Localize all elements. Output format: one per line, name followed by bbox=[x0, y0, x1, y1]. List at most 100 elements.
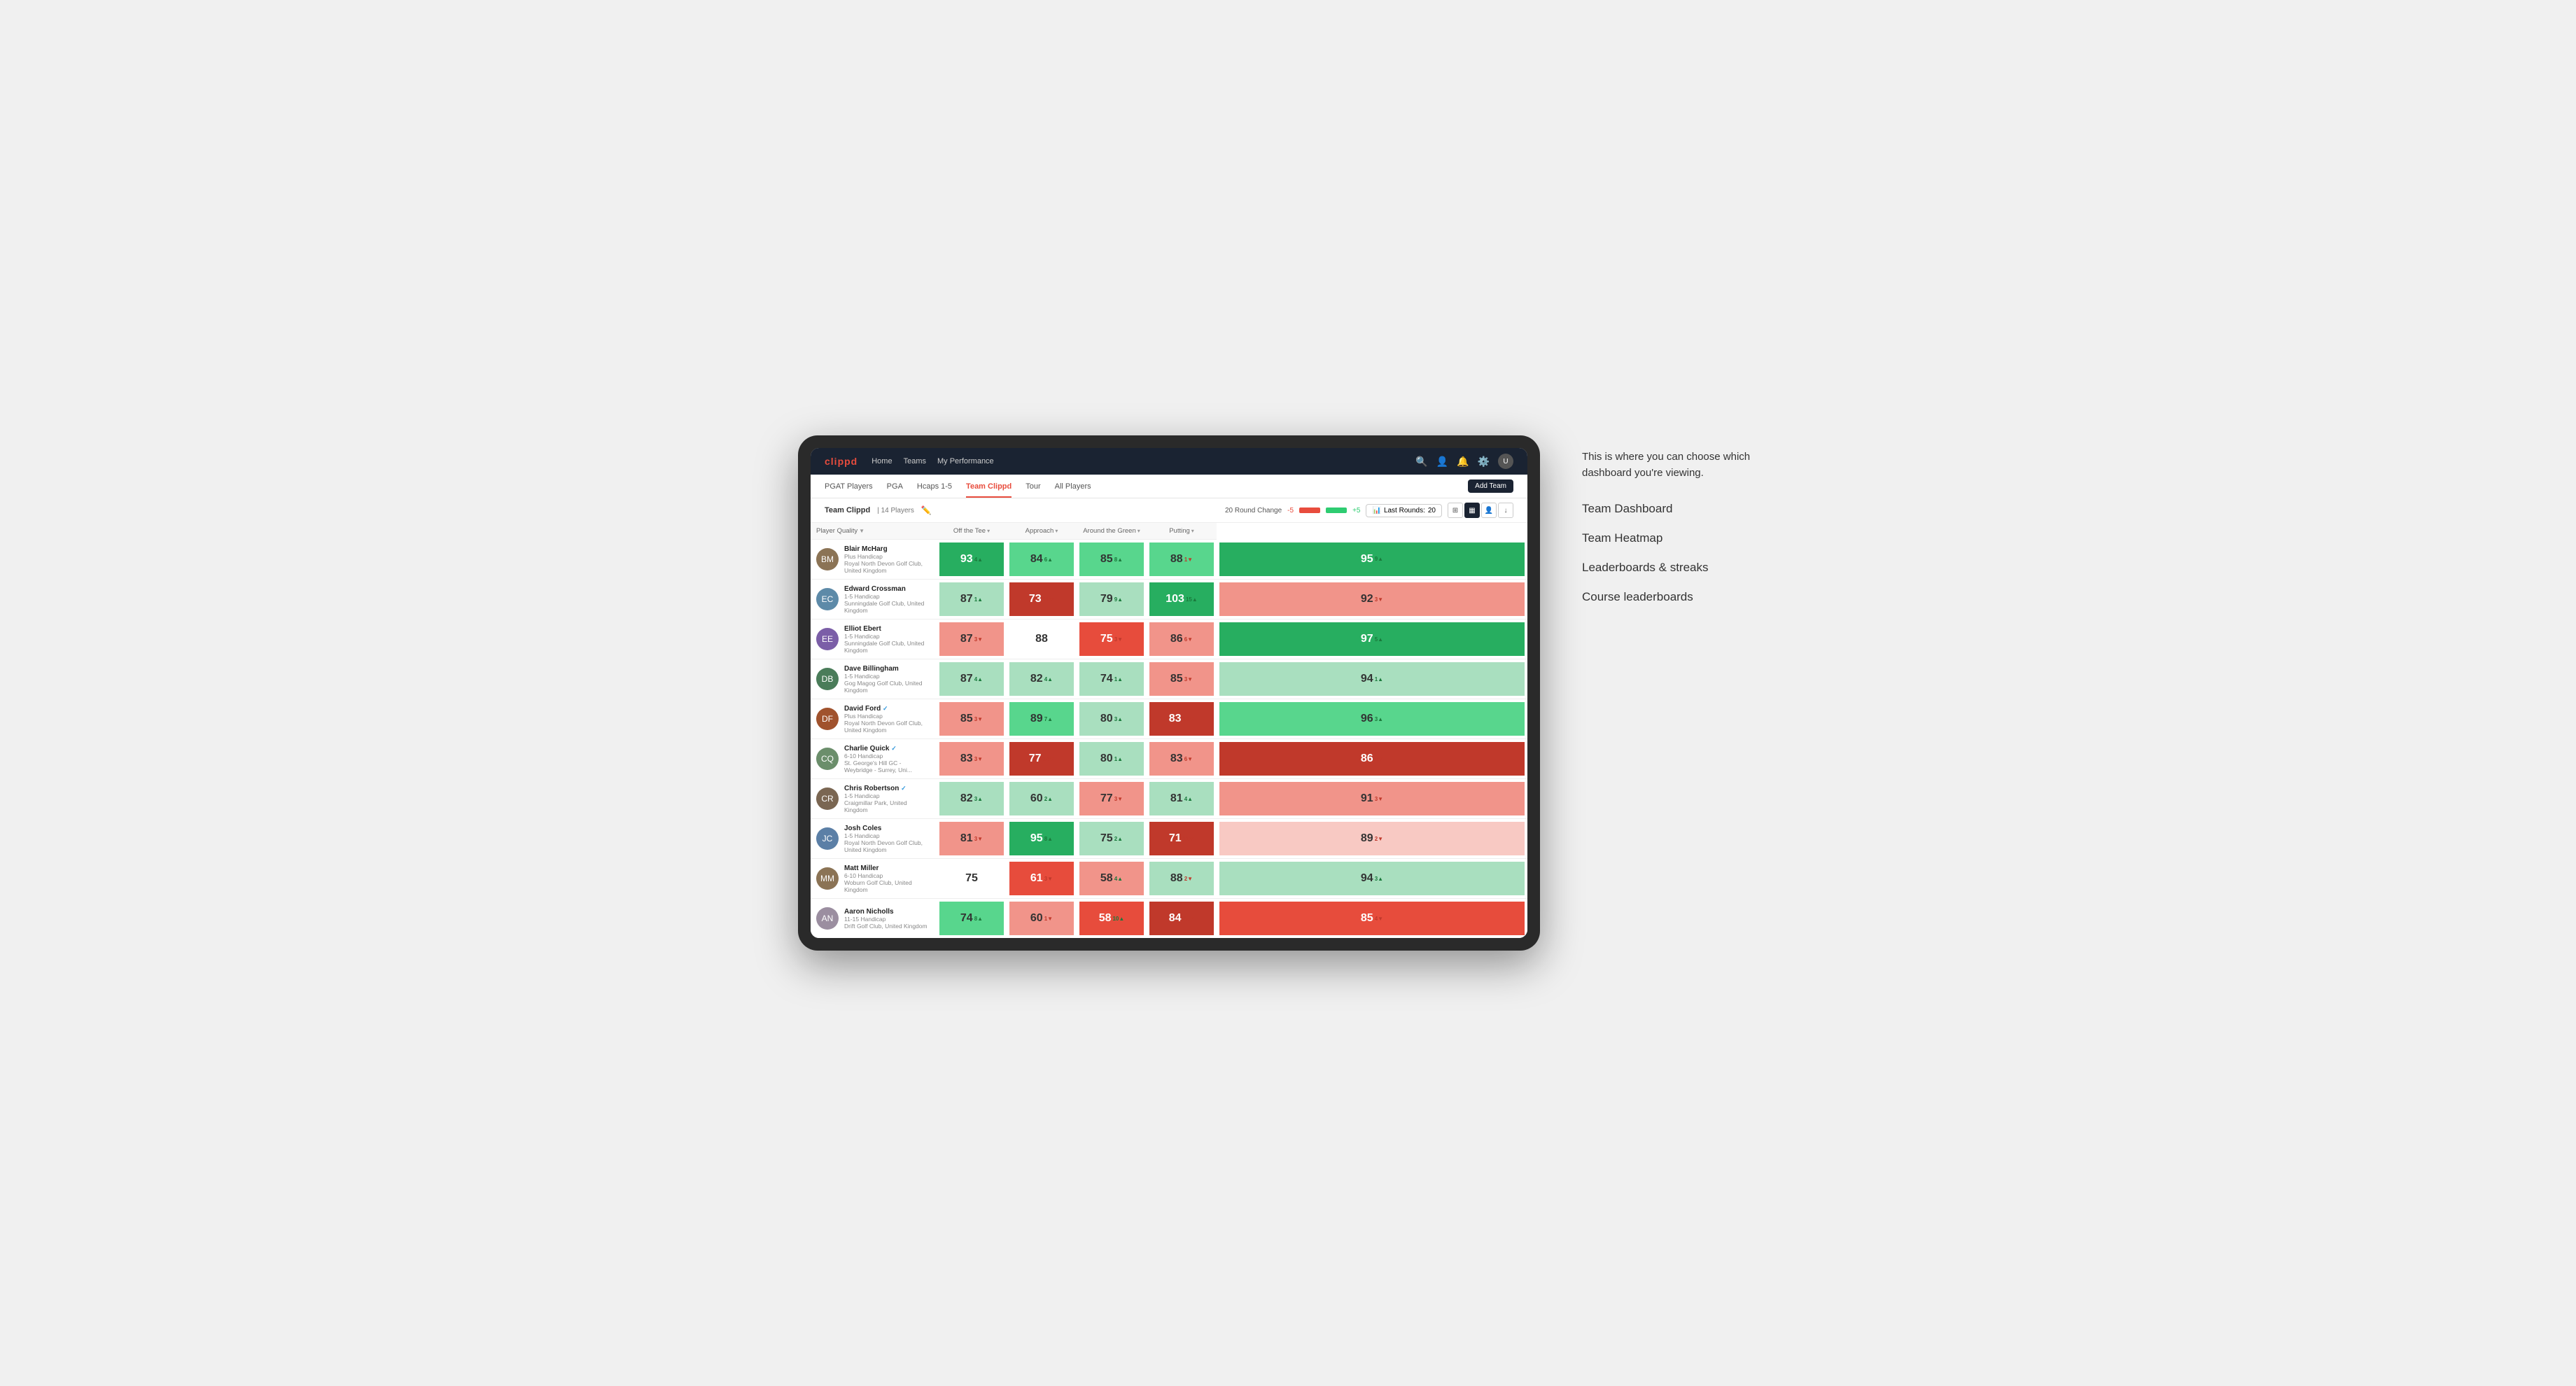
score-value: 75 bbox=[1100, 633, 1113, 645]
col-header-around-green[interactable]: Around the Green▾ bbox=[1077, 523, 1147, 540]
score-value: 93 bbox=[960, 553, 973, 566]
user-avatar[interactable]: U bbox=[1498, 454, 1513, 469]
user-icon[interactable]: 👤 bbox=[1436, 456, 1448, 468]
score-cell: 84 21▼ bbox=[1147, 899, 1217, 939]
score-change: 3▼ bbox=[1114, 796, 1123, 802]
score-change: 4▲ bbox=[1044, 676, 1053, 682]
col-header-putting[interactable]: Putting▾ bbox=[1147, 523, 1217, 540]
player-name[interactable]: Dave Billingham bbox=[844, 665, 931, 673]
table-view-button[interactable]: ▦ bbox=[1464, 503, 1480, 518]
round-change-label: 20 Round Change bbox=[1225, 507, 1282, 514]
edit-icon[interactable]: ✏️ bbox=[921, 505, 932, 515]
player-name[interactable]: Edward Crossman bbox=[844, 585, 931, 593]
score-change: 3▼ bbox=[974, 756, 983, 762]
tab-pgat[interactable]: PGAT Players bbox=[825, 477, 873, 498]
score-cell: 103 15▲ bbox=[1147, 580, 1217, 620]
score-change: 1▲ bbox=[1114, 676, 1123, 682]
score-value: 94 bbox=[1361, 872, 1373, 885]
chart-view-button[interactable]: 👤 bbox=[1481, 503, 1497, 518]
score-box: 82 3▲ bbox=[939, 782, 1004, 816]
player-avatar[interactable]: AN bbox=[816, 907, 839, 930]
score-change: 3▼ bbox=[1044, 876, 1053, 882]
score-cell: 85 8▲ bbox=[1077, 540, 1147, 580]
score-change: 3▲ bbox=[1114, 716, 1123, 722]
option-team-dashboard[interactable]: Team Dashboard bbox=[1582, 502, 1778, 516]
score-box: 75 bbox=[939, 862, 1004, 895]
player-info: Josh Coles 1-5 Handicap Royal North Devo… bbox=[844, 825, 931, 853]
tab-hcaps[interactable]: Hcaps 1-5 bbox=[917, 477, 952, 498]
player-cell: JC Josh Coles 1-5 Handicap Royal North D… bbox=[811, 819, 937, 859]
player-avatar[interactable]: CR bbox=[816, 788, 839, 810]
option-course-leaderboards[interactable]: Course leaderboards bbox=[1582, 590, 1778, 604]
score-box: 94 3▲ bbox=[1219, 862, 1525, 895]
player-info: Blair McHarg Plus Handicap Royal North D… bbox=[844, 545, 931, 574]
score-change: 4▼ bbox=[1375, 916, 1383, 922]
download-button[interactable]: ↓ bbox=[1498, 503, 1513, 518]
score-box: 87 1▲ bbox=[939, 582, 1004, 616]
tab-tour[interactable]: Tour bbox=[1026, 477, 1040, 498]
player-name[interactable]: Aaron Nicholls bbox=[844, 908, 927, 916]
tab-team-clippd[interactable]: Team Clippd bbox=[966, 477, 1011, 498]
last-rounds-button[interactable]: 📊 Last Rounds: 20 bbox=[1366, 504, 1442, 517]
player-name[interactable]: Elliot Ebert bbox=[844, 625, 931, 633]
table-row: JC Josh Coles 1-5 Handicap Royal North D… bbox=[811, 819, 1527, 859]
settings-icon[interactable]: ⚙️ bbox=[1478, 456, 1490, 468]
score-cell: 86 8▼ bbox=[1217, 739, 1527, 779]
score-value: 95 bbox=[1030, 832, 1043, 845]
score-value: 95 bbox=[1361, 553, 1373, 566]
col-header-approach[interactable]: Approach▾ bbox=[1007, 523, 1077, 540]
score-change: 1▲ bbox=[974, 596, 983, 603]
player-avatar[interactable]: DB bbox=[816, 668, 839, 690]
player-info: Chris Robertson ✓ 1-5 Handicap Craigmill… bbox=[844, 785, 931, 813]
secondary-nav: PGAT Players PGA Hcaps 1-5 Team Clippd T… bbox=[811, 475, 1527, 498]
add-team-button[interactable]: Add Team bbox=[1468, 479, 1513, 493]
neg-bar bbox=[1299, 507, 1320, 513]
score-cell: 87 3▼ bbox=[937, 620, 1007, 659]
nav-teams[interactable]: Teams bbox=[904, 454, 926, 468]
score-box: 60 1▼ bbox=[1009, 902, 1074, 935]
score-change: 4▲ bbox=[974, 676, 983, 682]
score-cell: 95 9▲ bbox=[1217, 540, 1527, 580]
score-cell: 87 1▲ bbox=[937, 580, 1007, 620]
player-avatar[interactable]: DF bbox=[816, 708, 839, 730]
col-header-player[interactable]: Player Quality▼ bbox=[811, 523, 937, 540]
nav-home[interactable]: Home bbox=[872, 454, 892, 468]
col-header-off-tee[interactable]: Off the Tee▾ bbox=[937, 523, 1007, 540]
nav-performance[interactable]: My Performance bbox=[937, 454, 994, 468]
option-leaderboards[interactable]: Leaderboards & streaks bbox=[1582, 561, 1778, 575]
player-name[interactable]: David Ford ✓ bbox=[844, 705, 931, 713]
tab-all-players[interactable]: All Players bbox=[1055, 477, 1091, 498]
search-icon[interactable]: 🔍 bbox=[1415, 456, 1427, 468]
player-avatar[interactable]: MM bbox=[816, 867, 839, 890]
player-name[interactable]: Charlie Quick ✓ bbox=[844, 745, 931, 752]
tab-pga[interactable]: PGA bbox=[887, 477, 903, 498]
player-name[interactable]: Chris Robertson ✓ bbox=[844, 785, 931, 792]
score-value: 87 bbox=[960, 673, 973, 685]
player-name[interactable]: Blair McHarg bbox=[844, 545, 931, 553]
score-change: 3▲ bbox=[1375, 876, 1383, 882]
grid-view-button[interactable]: ⊞ bbox=[1448, 503, 1463, 518]
option-team-heatmap[interactable]: Team Heatmap bbox=[1582, 531, 1778, 545]
score-box: 93 4▲ bbox=[939, 542, 1004, 576]
score-box: 85 3▼ bbox=[1149, 662, 1214, 696]
table-row: DB Dave Billingham 1-5 Handicap Gog Mago… bbox=[811, 659, 1527, 699]
score-value: 75 bbox=[1100, 832, 1113, 845]
player-name[interactable]: Josh Coles bbox=[844, 825, 931, 832]
player-avatar[interactable]: EC bbox=[816, 588, 839, 610]
score-cell: 77 3▼ bbox=[1077, 779, 1147, 819]
player-avatar[interactable]: CQ bbox=[816, 748, 839, 770]
score-value: 82 bbox=[1030, 673, 1043, 685]
player-name[interactable]: Matt Miller bbox=[844, 864, 931, 872]
player-club: Royal North Devon Golf Club, United King… bbox=[844, 839, 931, 853]
score-cell: 60 1▼ bbox=[1007, 899, 1077, 939]
score-change: 3▼ bbox=[974, 716, 983, 722]
player-cell: CR Chris Robertson ✓ 1-5 Handicap Craigm… bbox=[811, 779, 937, 819]
score-cell: 82 3▲ bbox=[937, 779, 1007, 819]
player-avatar[interactable]: EE bbox=[816, 628, 839, 650]
neg-value: -5 bbox=[1287, 507, 1294, 514]
bell-icon[interactable]: 🔔 bbox=[1457, 456, 1469, 468]
player-club: Royal North Devon Golf Club, United King… bbox=[844, 720, 931, 734]
score-change: 2▲ bbox=[1044, 796, 1053, 802]
player-avatar[interactable]: JC bbox=[816, 827, 839, 850]
player-avatar[interactable]: BM bbox=[816, 548, 839, 570]
